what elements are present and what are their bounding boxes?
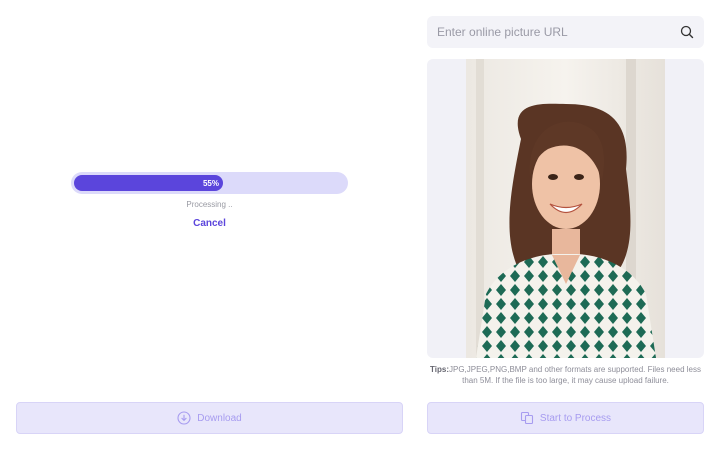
progress-bar: 55%: [71, 172, 348, 194]
progress-percent: 55%: [202, 178, 219, 188]
tips-label: Tips:: [430, 365, 449, 374]
url-search-box: [427, 16, 704, 48]
download-icon: [177, 411, 191, 425]
copy-icon: [520, 411, 534, 425]
tips-text: Tips:JPG,JPEG,PNG,BMP and other formats …: [427, 364, 704, 386]
start-process-button[interactable]: Start to Process: [427, 402, 704, 434]
start-process-label: Start to Process: [539, 412, 612, 424]
download-button[interactable]: Download: [16, 402, 403, 434]
cancel-button[interactable]: Cancel: [71, 218, 348, 229]
tips-body: JPG,JPEG,PNG,BMP and other formats are s…: [449, 365, 701, 385]
progress-fill: 55%: [74, 175, 223, 191]
search-icon[interactable]: [680, 25, 694, 39]
page: 55% Processing .. Cancel Enter online pi…: [0, 0, 720, 454]
url-input[interactable]: [437, 25, 680, 39]
image-preview-panel: [427, 59, 704, 358]
processing-status: Processing ..: [186, 200, 233, 209]
download-label: Download: [197, 412, 242, 424]
portrait-photo: [466, 59, 665, 358]
